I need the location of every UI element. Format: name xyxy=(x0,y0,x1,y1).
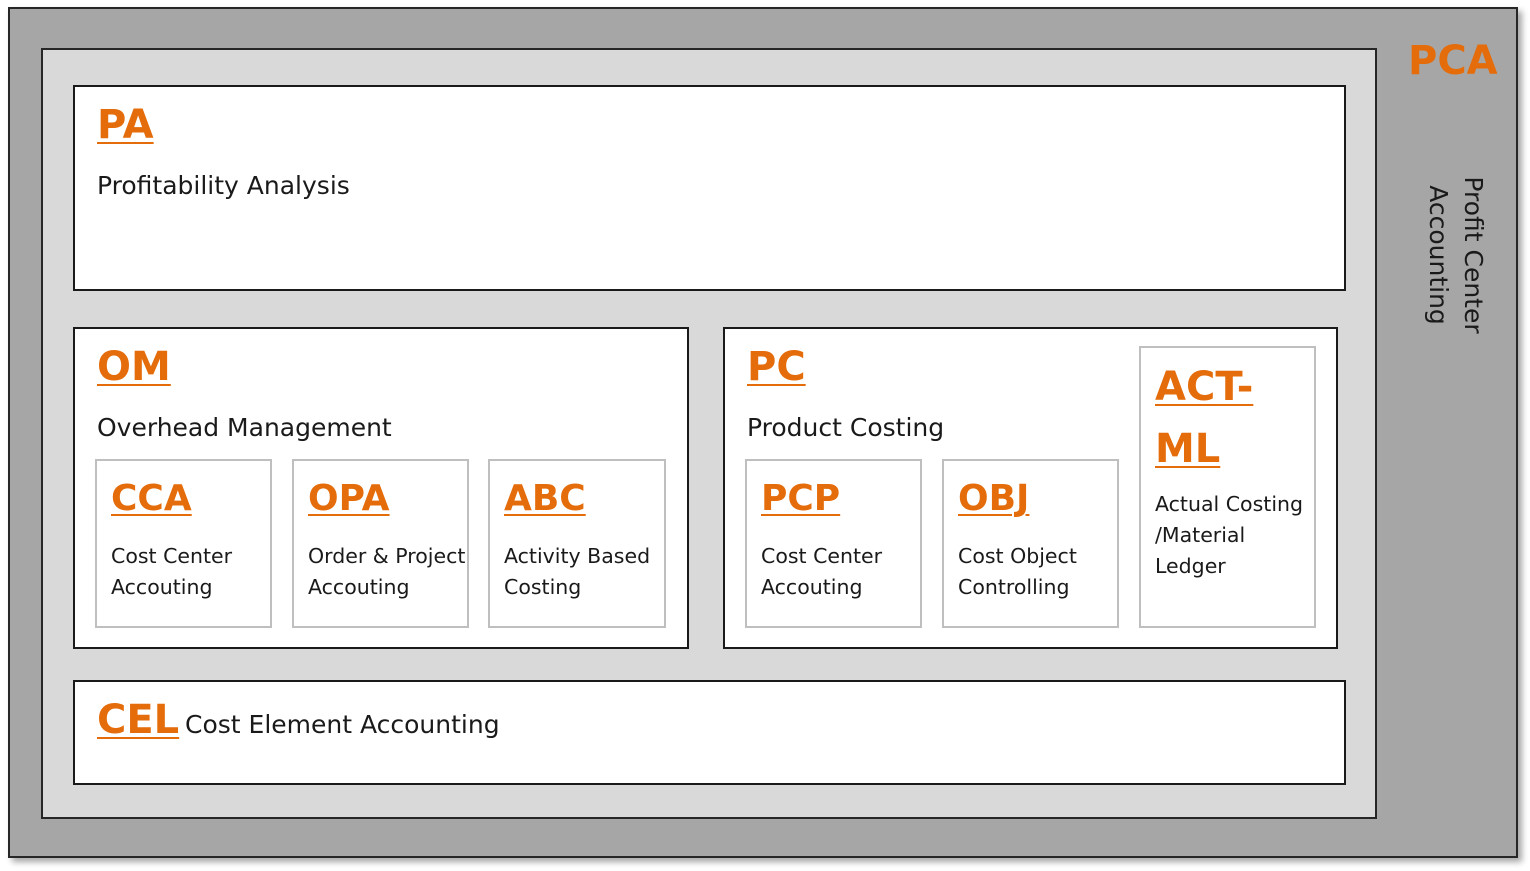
opa-line2: Accouting xyxy=(308,575,410,599)
cel-code: CEL xyxy=(97,697,180,743)
cel-label: Cost Element Accounting xyxy=(185,710,500,739)
opa-code: OPA xyxy=(308,478,390,519)
cca-code: CCA xyxy=(111,478,192,519)
obj-code: OBJ xyxy=(958,478,1030,519)
pa-label: Profitability Analysis xyxy=(97,171,350,200)
pca-label: Profit Center Accounting xyxy=(1424,176,1488,334)
actml-line1: Actual Costing xyxy=(1155,492,1304,516)
actml-code-line2: ML xyxy=(1155,426,1221,472)
pcp-line2: Accouting xyxy=(761,575,863,599)
pc-label: Product Costing xyxy=(747,413,945,442)
pa-code: PA xyxy=(97,102,154,148)
pc-code: PC xyxy=(747,344,806,390)
abc-code: ABC xyxy=(504,478,586,519)
obj-line1: Cost Object xyxy=(958,544,1077,568)
pcp-line1: Cost Center xyxy=(761,544,883,568)
abc-line1: Activity Based xyxy=(504,544,651,568)
pcp-code: PCP xyxy=(761,478,841,519)
pca-code: PCA xyxy=(1408,38,1498,84)
actml-code-line1: ACT- xyxy=(1155,364,1254,410)
opa-line1: Order & Project xyxy=(308,544,466,568)
actml-line3: Ledger xyxy=(1155,554,1226,578)
cca-line2: Accouting xyxy=(111,575,213,599)
actml-line2: /Material xyxy=(1155,523,1246,547)
cca-line1: Cost Center xyxy=(111,544,233,568)
om-code: OM xyxy=(97,344,171,390)
om-label: Overhead Management xyxy=(97,413,392,442)
obj-line2: Controlling xyxy=(958,575,1070,599)
abc-line2: Costing xyxy=(504,575,582,599)
